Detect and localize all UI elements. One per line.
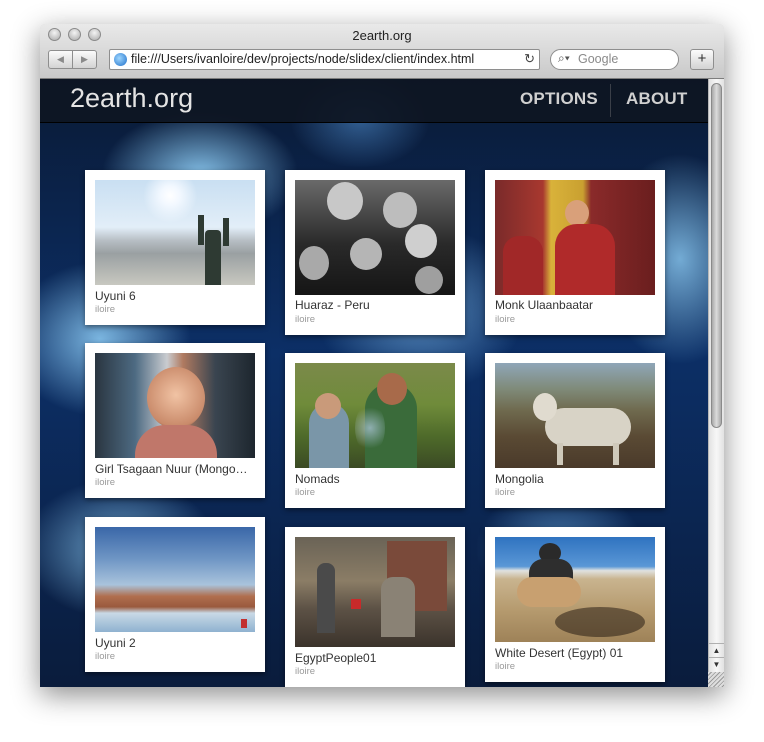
search-placeholder: Google	[578, 52, 619, 66]
reload-icon[interactable]: ↻	[524, 51, 535, 67]
photo-card[interactable]: White Desert (Egypt) 01 iloire	[485, 527, 665, 682]
photo-owner: iloire	[95, 477, 116, 488]
search-field[interactable]: ⌕▾ Google	[550, 49, 679, 70]
photo-card[interactable]: Huaraz - Peru iloire	[285, 170, 465, 335]
window-title: 2earth.org	[352, 28, 412, 43]
photo-thumbnail[interactable]	[95, 527, 255, 632]
resize-grip-icon[interactable]	[708, 672, 724, 687]
photo-title[interactable]: Nomads	[295, 472, 457, 486]
url-text[interactable]: file:///Users/ivanloire/dev/projects/nod…	[131, 52, 509, 66]
forward-arrow-icon: ▶	[81, 54, 88, 64]
photo-card[interactable]: Monk Ulaanbaatar iloire	[485, 170, 665, 335]
photo-thumbnail[interactable]	[95, 353, 255, 458]
nav-options[interactable]: OPTIONS	[520, 89, 598, 109]
page-viewport: 2earth.org OPTIONS ABOUT Uyuni 6 iloire …	[40, 79, 724, 687]
nav-about[interactable]: ABOUT	[626, 89, 687, 109]
photo-owner: iloire	[95, 304, 116, 315]
photo-owner: iloire	[295, 666, 316, 677]
browser-window: 2earth.org ◀ ▶ file:///Users/ivanloire/d…	[40, 24, 724, 687]
photo-owner: iloire	[295, 487, 316, 498]
search-icon: ⌕▾	[558, 51, 570, 65]
photo-owner: iloire	[295, 314, 316, 325]
add-bookmark-button[interactable]: +	[690, 49, 714, 70]
photo-thumbnail[interactable]	[95, 180, 255, 285]
photo-title[interactable]: Mongolia	[495, 472, 657, 486]
photo-title[interactable]: EgyptPeople01	[295, 651, 457, 665]
photo-title[interactable]: Huaraz - Peru	[295, 298, 457, 312]
photo-title[interactable]: White Desert (Egypt) 01	[495, 646, 657, 660]
photo-thumbnail[interactable]	[495, 180, 655, 295]
photo-owner: iloire	[495, 314, 516, 325]
plus-icon: +	[697, 50, 707, 67]
photo-owner: iloire	[95, 651, 116, 662]
photo-thumbnail[interactable]	[495, 537, 655, 642]
photo-title[interactable]: Uyuni 2	[95, 636, 257, 650]
photo-thumbnail[interactable]	[295, 537, 455, 647]
scrollbar-thumb[interactable]	[711, 83, 722, 428]
photo-card[interactable]: Uyuni 6 iloire	[85, 170, 265, 325]
vertical-scrollbar[interactable]: ▲ ▼	[708, 79, 724, 687]
address-bar[interactable]: file:///Users/ivanloire/dev/projects/nod…	[109, 49, 540, 70]
nav-divider	[610, 84, 611, 117]
globe-icon	[114, 53, 127, 66]
scroll-up-arrow-icon[interactable]: ▲	[709, 643, 724, 657]
photo-title[interactable]: Girl Tsagaan Nuur (Mongo…	[95, 462, 257, 476]
back-arrow-icon: ◀	[57, 54, 64, 64]
photo-card[interactable]: Girl Tsagaan Nuur (Mongo… iloire	[85, 343, 265, 498]
photo-card[interactable]: EgyptPeople01 iloire	[285, 527, 465, 687]
photo-card[interactable]: Mongolia iloire	[485, 353, 665, 508]
photo-title[interactable]: Monk Ulaanbaatar	[495, 298, 657, 312]
forward-button[interactable]: ▶	[72, 50, 97, 69]
photo-thumbnail[interactable]	[295, 180, 455, 295]
photo-title[interactable]: Uyuni 6	[95, 289, 257, 303]
site-header: 2earth.org OPTIONS ABOUT	[40, 79, 708, 123]
photo-owner: iloire	[495, 661, 516, 672]
photo-card[interactable]: Uyuni 2 iloire	[85, 517, 265, 672]
photo-card[interactable]: Nomads iloire	[285, 353, 465, 508]
back-button[interactable]: ◀	[48, 50, 73, 69]
site-logo[interactable]: 2earth.org	[70, 83, 193, 114]
photo-owner: iloire	[495, 487, 516, 498]
photo-thumbnail[interactable]	[495, 363, 655, 468]
window-toolbar: 2earth.org ◀ ▶ file:///Users/ivanloire/d…	[40, 24, 724, 79]
scroll-down-arrow-icon[interactable]: ▼	[709, 657, 724, 671]
photo-thumbnail[interactable]	[295, 363, 455, 468]
